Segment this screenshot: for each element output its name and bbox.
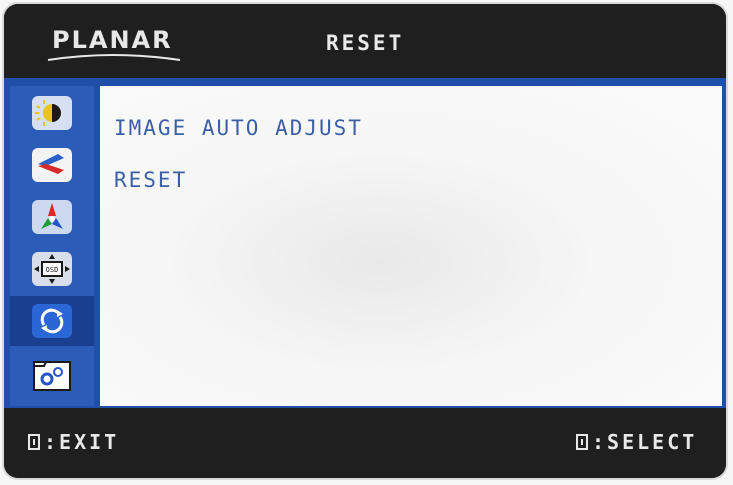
image-position-icon <box>32 148 72 182</box>
menu-content: IMAGE AUTO ADJUST RESET <box>100 86 722 406</box>
menu-title: RESET <box>326 31 405 55</box>
brightness-contrast-icon <box>32 96 72 130</box>
key-1-icon <box>28 434 40 450</box>
system-settings-icon <box>33 361 71 391</box>
select-hint: :SELECT <box>576 430 697 454</box>
menu-item-image-auto-adjust[interactable]: IMAGE AUTO ADJUST <box>114 116 363 140</box>
osd-settings-icon: OSD <box>32 252 72 286</box>
menu-item-reset[interactable]: RESET <box>114 168 187 192</box>
key-2-icon <box>576 434 588 450</box>
sidebar-item-osd[interactable]: OSD <box>10 244 94 294</box>
exit-hint-label: :EXIT <box>44 430 120 454</box>
osd-header: PLANAR RESET <box>4 4 726 78</box>
sidebar-item-brightness[interactable] <box>10 88 94 138</box>
sidebar-item-reset[interactable] <box>10 296 94 346</box>
color-icon <box>32 200 72 234</box>
brand-logo: PLANAR <box>52 26 173 54</box>
exit-hint: :EXIT <box>28 430 119 454</box>
svg-text:OSD: OSD <box>46 266 59 274</box>
reset-icon <box>32 304 72 338</box>
sidebar-item-image[interactable] <box>10 140 94 190</box>
sidebar-item-color[interactable] <box>10 192 94 242</box>
select-hint-label: :SELECT <box>592 430 698 454</box>
brand-swoosh-icon <box>47 54 181 61</box>
osd-screen: PLANAR RESET OSD IMAGE AUTO ADJUST RESET… <box>4 4 726 478</box>
osd-footer: :EXIT :SELECT <box>4 408 726 478</box>
sidebar-item-system[interactable] <box>10 350 94 400</box>
